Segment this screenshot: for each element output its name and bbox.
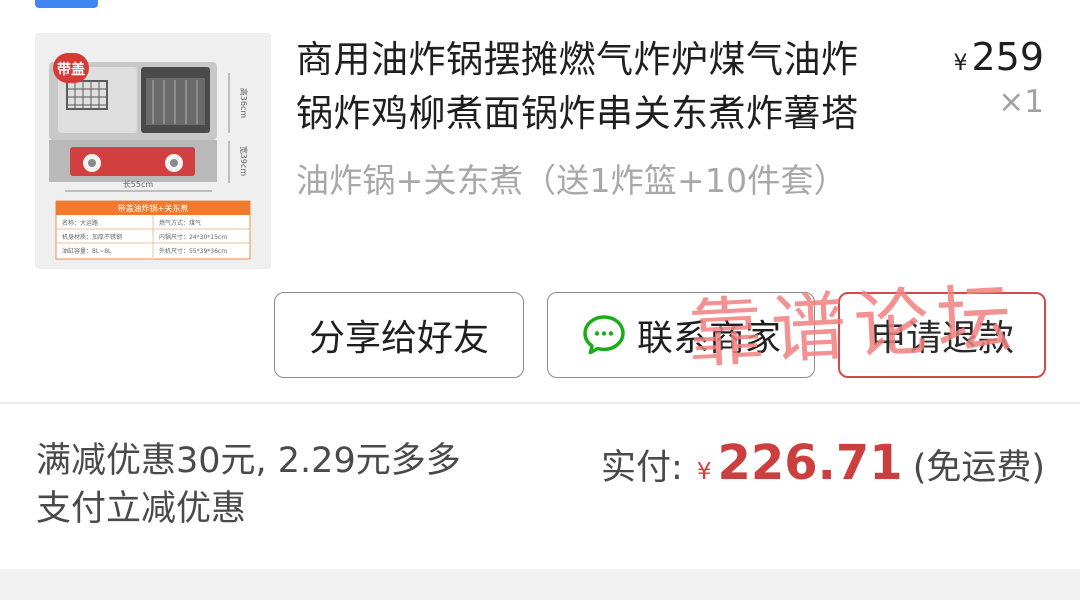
dimension-right-bottom-label: 宽39cm — [239, 146, 249, 177]
share-button-label: 分享给好友 — [308, 318, 489, 359]
promotion-summary: 满减优惠30元, 2.29元多多 支付立减优惠 — [36, 437, 496, 533]
price-currency: ¥ — [953, 51, 968, 76]
dimension-right-top-label: 高36cm — [239, 88, 249, 119]
wechat-icon — [581, 312, 627, 358]
product-title-line-2: 锅炸鸡柳煮面锅炸串关东煮炸薯塔 — [296, 92, 859, 135]
refund-button[interactable]: 申请退款 — [838, 292, 1046, 378]
shipping-note: (免运费) — [912, 448, 1045, 488]
product-title[interactable]: 商用油炸锅摆摊燃气炸炉煤气油炸 锅炸鸡柳煮面锅炸串关东煮炸薯塔 — [296, 33, 916, 141]
spec-row-2-left: 机身材质：加厚不锈钢 — [62, 233, 122, 241]
spec-row-1-right: 燃气方式：煤气 — [159, 219, 201, 227]
top-action-chip[interactable] — [35, 0, 98, 8]
dimension-bottom-label: 长55cm — [123, 179, 154, 189]
payment-label: 实付: — [601, 448, 683, 488]
promotion-line-1: 满减优惠30元, 2.29元多多 — [36, 441, 461, 481]
product-price: ¥ 259 — [953, 33, 1044, 81]
actual-payment: 实付: ¥ 226.71 (免运费) — [601, 435, 1045, 491]
quantity-label: ×1 — [998, 84, 1044, 120]
contact-merchant-label: 联系商家 — [636, 318, 781, 359]
section-divider — [0, 402, 1080, 404]
product-title-line-1: 商用油炸锅摆摊燃气炸炉煤气油炸 — [296, 38, 859, 81]
product-image[interactable]: 带盖 长55cm 高36cm 宽39cm 带盖油炸锅+关东煮 名称：大运路 燃气… — [35, 33, 271, 269]
bottom-band — [0, 569, 1080, 600]
spec-row-3-left: 油缸容量：8L~8L — [62, 247, 112, 255]
image-spec-panel-title: 带盖油炸锅+关东煮 — [118, 203, 189, 213]
product-photo-illustration: 带盖 长55cm 高36cm 宽39cm 带盖油炸锅+关东煮 名称：大运路 燃气… — [35, 33, 271, 269]
refund-button-label: 申请退款 — [869, 318, 1014, 359]
contact-merchant-button[interactable]: 联系商家 — [547, 292, 815, 378]
share-button[interactable]: 分享给好友 — [274, 292, 524, 378]
spec-row-2-right: 内锅尺寸：24*30*15cm — [159, 233, 227, 241]
image-badge-text: 带盖 — [57, 61, 85, 78]
spec-row-1-left: 名称：大运路 — [62, 219, 98, 227]
payment-currency: ¥ — [696, 459, 712, 485]
promotion-line-2: 支付立减优惠 — [36, 489, 247, 529]
price-amount: 259 — [971, 35, 1044, 79]
payment-amount: 226.71 — [717, 435, 903, 491]
product-variant: 油炸锅+关东煮（送1炸篮+10件套） — [296, 161, 847, 200]
spec-row-3-right: 外机尺寸：55*39*36cm — [159, 247, 227, 255]
